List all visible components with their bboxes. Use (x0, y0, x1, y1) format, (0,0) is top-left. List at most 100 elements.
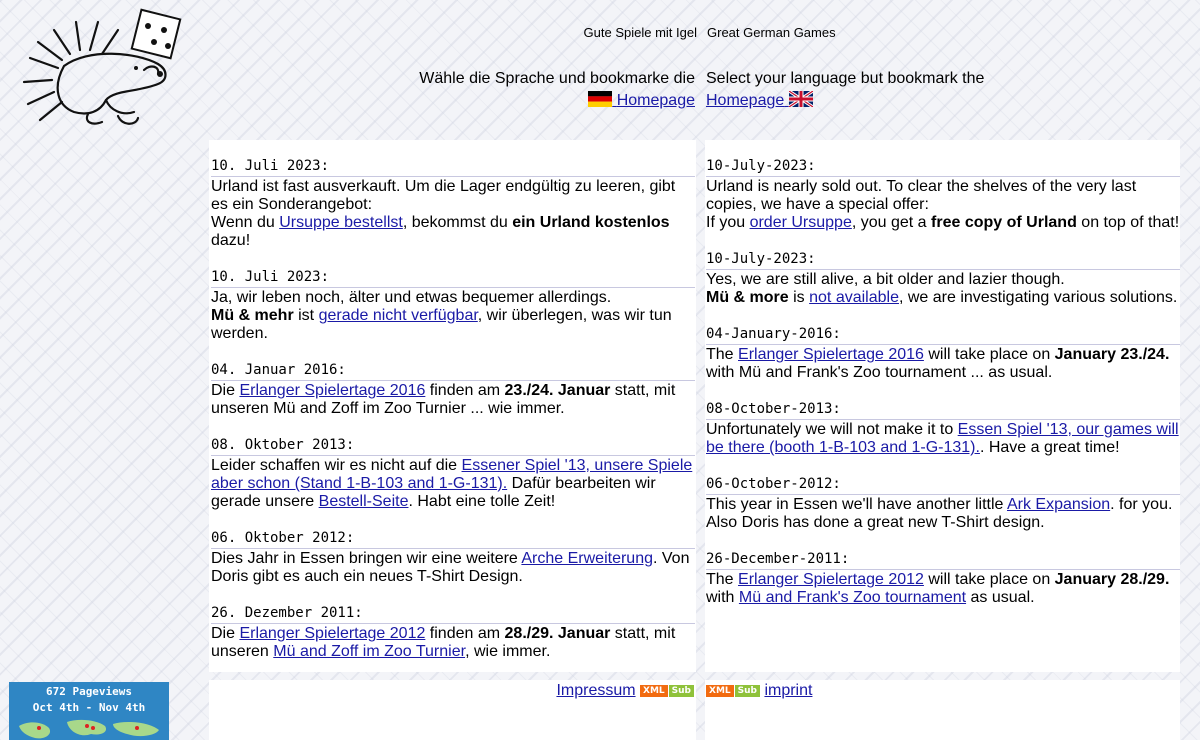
news-link[interactable]: Mü and Frank's Zoo tournament (739, 589, 966, 606)
news-text: with Mü and Frank's Zoo tournament ... a… (706, 364, 1053, 381)
news-text: will take place on (923, 571, 1055, 588)
news-link[interactable]: Arche Erweiterung (521, 550, 653, 567)
news-link[interactable]: Erlanger Spielertage 2016 (738, 346, 924, 363)
news-item-en: 06-October-2012: This year in Essen we'll… (706, 475, 1180, 532)
imprint-link[interactable]: imprint (764, 682, 812, 699)
news-link[interactable]: Bestell-Seite (319, 493, 409, 510)
news-text: as usual. (966, 589, 1035, 606)
news-item-de: 10. Juli 2023: Urland ist fast ausverkauf… (211, 157, 695, 250)
news-text: Urland is nearly sold out. To clear the … (706, 178, 1137, 213)
language-prompt-en: Select your language but bookmark the (706, 70, 985, 87)
news-emphasis: 28./29. Januar (504, 625, 611, 642)
news-text: If you (706, 214, 750, 231)
news-link[interactable]: not available (809, 289, 899, 306)
news-item-de: 04. Januar 2016: Die Erlanger Spielertage… (211, 361, 695, 418)
subscribe-badge-en[interactable]: Sub (734, 685, 760, 697)
xml-feed-badge-en[interactable]: XML (706, 685, 734, 697)
news-item-en: 08-October-2013: Unfortunately we will no… (706, 400, 1180, 457)
news-body: The Erlanger Spielertage 2016 will take … (706, 346, 1180, 382)
world-map-icon (19, 719, 159, 739)
hedgehog-logo[interactable] (18, 8, 198, 130)
news-date: 08-October-2013: (706, 400, 1180, 420)
news-emphasis: Mü & more (706, 289, 789, 306)
news-emphasis: January 28./29. (1054, 571, 1170, 588)
news-link[interactable]: Erlanger Spielertage 2016 (239, 382, 425, 399)
news-date: 10. Juli 2023: (211, 157, 695, 177)
news-text: will take place on (923, 346, 1055, 363)
language-prompt-de: Wähle die Sprache und bookmarke die (419, 70, 695, 87)
footer-en: XML Sub imprint (706, 682, 812, 700)
flag-germany-icon[interactable] (588, 91, 613, 107)
news-link[interactable]: Erlanger Spielertage 2012 (239, 625, 425, 642)
news-date: 10-July-2023: (706, 250, 1180, 270)
news-text: finden am (425, 625, 505, 642)
news-text: is (788, 289, 810, 306)
footer-de: Impressum XML Sub (556, 682, 694, 700)
news-item-en: 10-July-2023: Yes, we are still alive, a … (706, 250, 1180, 307)
news-body: Dies Jahr in Essen bringen wir eine weit… (211, 550, 695, 586)
news-text: Die (211, 382, 240, 399)
news-link[interactable]: order Ursuppe (750, 214, 852, 231)
tagline-en: Great German Games (707, 25, 836, 40)
news-body: Die Erlanger Spielertage 2012 finden am … (211, 625, 695, 661)
pageview-count: 672 Pageviews (45, 685, 133, 698)
news-item-en: 26-December-2011: The Erlanger Spielertag… (706, 550, 1180, 607)
homepage-link-en-label[interactable]: Homepage (706, 92, 784, 109)
news-item-de: 10. Juli 2023: Ja, wir leben noch, älter … (211, 268, 695, 343)
news-text: Yes, we are still alive, a bit older and… (706, 271, 1065, 288)
news-date: 08. Oktober 2013: (211, 436, 695, 456)
news-column-de: 10. Juli 2023: Urland ist fast ausverkauf… (211, 157, 695, 679)
news-text: ist (293, 307, 319, 324)
news-link[interactable]: Ark Expansion (1007, 496, 1110, 513)
news-item-en: 10-July-2023: Urland is nearly sold out. … (706, 157, 1180, 232)
news-body: Ja, wir leben noch, älter und etwas bequ… (211, 289, 695, 343)
news-date: 26-December-2011: (706, 550, 1180, 570)
news-date: 04-January-2016: (706, 325, 1180, 345)
news-text: . Have a great time! (979, 439, 1120, 456)
news-body: This year in Essen we'll have another li… (706, 496, 1180, 532)
news-text: Wenn du (211, 214, 280, 231)
news-item-de: 08. Oktober 2013: Leider schaffen wir es … (211, 436, 695, 511)
news-link[interactable]: gerade nicht verfügbar (319, 307, 478, 324)
impressum-link[interactable]: Impressum (556, 682, 635, 699)
news-body: Yes, we are still alive, a bit older and… (706, 271, 1180, 307)
news-text: with (706, 589, 739, 606)
news-date: 10-July-2023: (706, 157, 1180, 177)
news-body: Urland ist fast ausverkauft. Um die Lage… (211, 178, 695, 250)
flag-uk-icon[interactable] (788, 91, 813, 107)
news-text: This year in Essen we'll have another li… (706, 496, 1007, 513)
news-text: , you get a (851, 214, 932, 231)
xml-feed-badge-de[interactable]: XML (640, 685, 668, 697)
news-link[interactable]: Ursuppe bestellst (279, 214, 403, 231)
news-emphasis: January 23./24. (1054, 346, 1170, 363)
pageview-counter-widget[interactable]: 672 Pageviews Oct 4th - Nov 4th (9, 682, 169, 740)
language-select-de: Wähle die Sprache und bookmarke die Home… (395, 68, 695, 112)
news-text: Ja, wir leben noch, älter und etwas bequ… (211, 289, 612, 306)
news-text: , wie immer. (465, 643, 551, 660)
subscribe-badge-de[interactable]: Sub (668, 685, 694, 697)
homepage-link-de[interactable]: Homepage (588, 91, 695, 109)
homepage-link-en[interactable]: Homepage (706, 91, 813, 109)
news-emphasis: ein Urland kostenlos (512, 214, 670, 231)
news-text: The (706, 346, 739, 363)
news-text: dazu! (211, 232, 251, 249)
news-body: Die Erlanger Spielertage 2016 finden am … (211, 382, 695, 418)
news-text: The (706, 571, 739, 588)
news-text: , we are investigating various solutions… (898, 289, 1178, 306)
news-link[interactable]: Mü and Zoff im Zoo Turnier (273, 643, 465, 660)
news-emphasis: Mü & mehr (211, 307, 294, 324)
news-date: 10. Juli 2023: (211, 268, 695, 288)
news-link[interactable]: Erlanger Spielertage 2012 (738, 571, 924, 588)
news-item-de: 06. Oktober 2012: Dies Jahr in Essen brin… (211, 529, 695, 586)
news-item-en: 04-January-2016: The Erlanger Spielertage… (706, 325, 1180, 382)
news-column-en: 10-July-2023: Urland is nearly sold out. … (706, 157, 1180, 625)
news-text: . Habt eine tolle Zeit! (408, 493, 556, 510)
news-body: Urland is nearly sold out. To clear the … (706, 178, 1180, 232)
news-emphasis: 23./24. Januar (504, 382, 611, 399)
news-date: 04. Januar 2016: (211, 361, 695, 381)
news-text: Urland ist fast ausverkauft. Um die Lage… (211, 178, 676, 213)
news-date: 06. Oktober 2012: (211, 529, 695, 549)
homepage-link-de-label[interactable]: Homepage (617, 92, 695, 109)
news-text: , bekommst du (402, 214, 513, 231)
news-date: 06-October-2012: (706, 475, 1180, 495)
